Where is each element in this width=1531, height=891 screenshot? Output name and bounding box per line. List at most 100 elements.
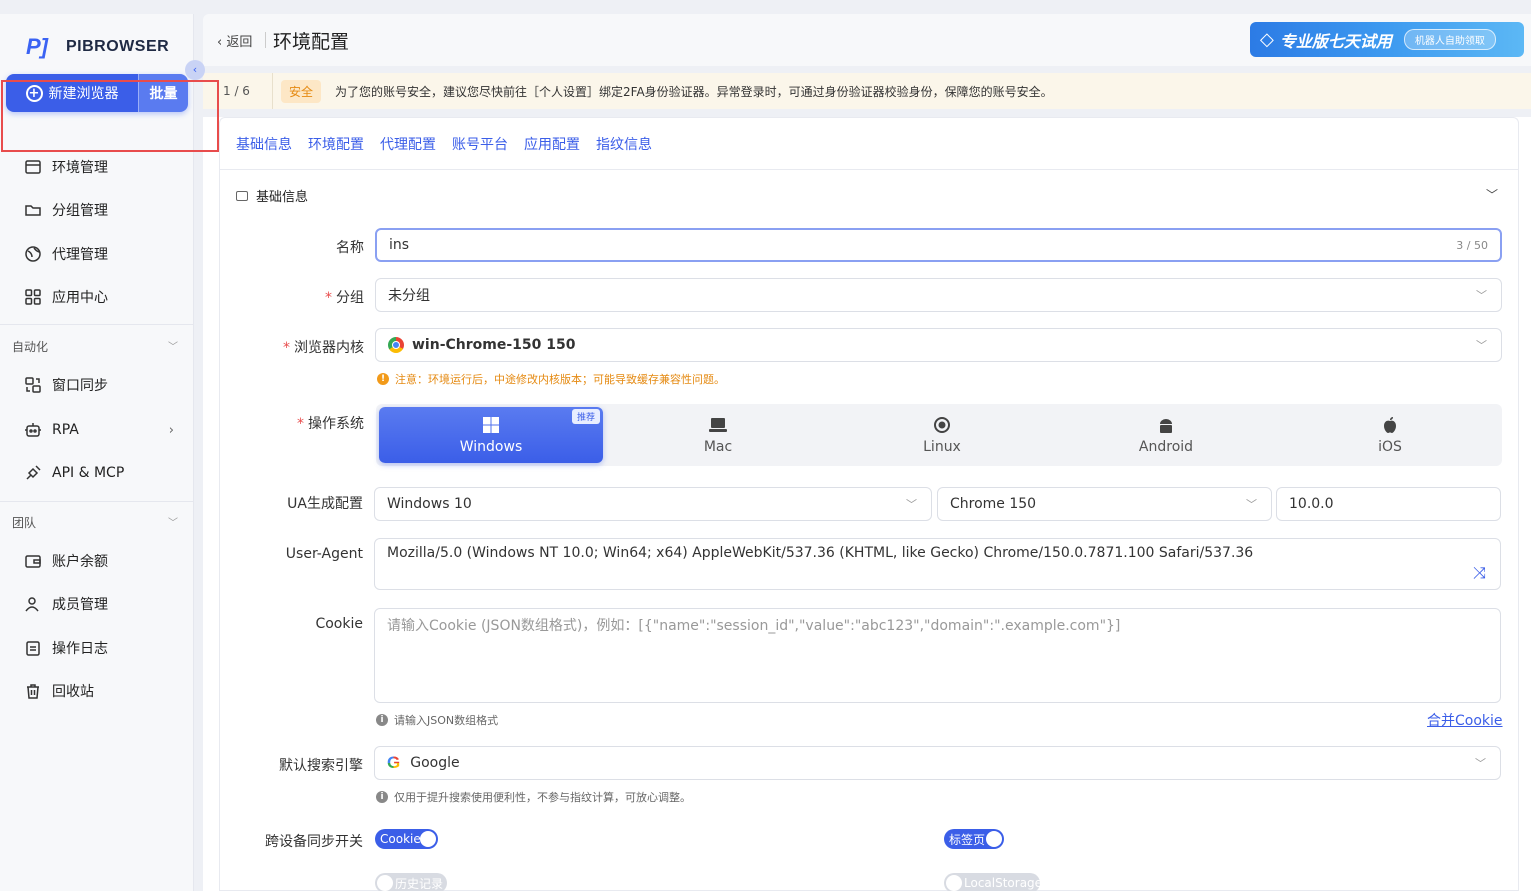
notice-message: 为了您的账号安全，建议您尽快前往［个人设置］绑定2FA身份验证器。异常登录时，可…	[335, 84, 1053, 99]
toggle-history-label: 历史记录	[395, 876, 444, 891]
trash-icon	[24, 682, 42, 700]
cookie-textarea[interactable]: 请输入Cookie (JSON数组格式)，例如：[{"name":"sessio…	[374, 608, 1501, 703]
section-header[interactable]: 基础信息	[236, 186, 308, 205]
section-title: 基础信息	[256, 190, 309, 205]
ua-os-select[interactable]: Windows 10 ﹀	[374, 487, 932, 521]
os-option-label: Android	[1138, 439, 1194, 455]
android-icon	[1156, 415, 1176, 435]
back-button[interactable]: ‹ 返回	[217, 31, 252, 50]
batch-button[interactable]: 批量	[138, 74, 188, 112]
kernel-warning-text: 注意：环境运行后，中途修改内核版本；可能导致缓存兼容性问题。	[395, 373, 725, 386]
notice-tag: 安全	[281, 79, 322, 103]
robot-icon	[24, 421, 42, 439]
ua-version-input[interactable]: 10.0.0	[1276, 487, 1501, 521]
group-select[interactable]: 未分组 ﹀	[375, 278, 1502, 312]
tab-app-config[interactable]: 应用配置	[524, 134, 580, 154]
chevron-down-icon: ﹀	[168, 342, 178, 353]
logo-mark: P]	[26, 34, 48, 59]
new-browser-button[interactable]: + 新建浏览器	[6, 74, 138, 112]
tab-bar: 基础信息 环境配置 代理配置 账号平台 应用配置 指纹信息	[219, 117, 1519, 169]
toggle-knob	[946, 875, 962, 891]
section-team[interactable]: 团队 ﹀	[12, 514, 178, 531]
grid-icon	[24, 288, 42, 306]
wallet-icon	[24, 552, 42, 570]
search-engine-value: Google	[410, 755, 460, 771]
os-option-windows[interactable]: 推荐 Windows	[379, 407, 603, 463]
chevron-down-icon[interactable]: ﹀	[1486, 186, 1498, 203]
tab-account-platform[interactable]: 账号平台	[452, 134, 508, 154]
search-engine-hint: i 仅用于提升搜索使用便利性，不参与指纹计算，可放心调整。	[376, 789, 691, 805]
sidebar-item-groups[interactable]: 分组管理	[24, 200, 184, 220]
sidebar-item-label: 分组管理	[52, 203, 108, 219]
basic-info-card: 基础信息 ﹀ 名称 ins 3 / 50 * 分组 未分组 ﹀ * 浏览器内核 wi…	[219, 169, 1519, 891]
sidebar-item-label: RPA	[52, 422, 79, 438]
ua-browser-select[interactable]: Chrome 150 ﹀	[937, 487, 1272, 521]
info-icon: i	[376, 791, 388, 803]
sidebar-item-balance[interactable]: 账户余额	[24, 551, 184, 571]
sidebar: P] PIBROWSER 环境管理 分组管理 代理管理 应用中心 自动化 ﹀ 窗…	[0, 14, 194, 891]
chevron-down-icon: ﹀	[1476, 339, 1487, 352]
kernel-select[interactable]: win-Chrome-150 150 ﹀	[375, 328, 1502, 362]
sidebar-item-env[interactable]: 环境管理	[24, 157, 184, 177]
os-option-ios[interactable]: iOS	[1278, 404, 1502, 466]
section-automation[interactable]: 自动化 ﹀	[12, 338, 178, 355]
os-option-linux[interactable]: Linux	[830, 404, 1054, 466]
sidebar-item-logs[interactable]: 操作日志	[24, 638, 184, 658]
new-browser-group: + 新建浏览器 批量	[6, 74, 188, 112]
chevron-down-icon: ﹀	[906, 498, 917, 511]
tab-proxy-config[interactable]: 代理配置	[380, 134, 436, 154]
name-input[interactable]: ins 3 / 50	[375, 228, 1502, 262]
toggle-localstorage[interactable]: LocalStorage	[944, 873, 1042, 891]
sidebar-item-apps[interactable]: 应用中心	[24, 287, 184, 307]
cookie-hint: i 请输入JSON数组格式	[376, 712, 498, 728]
main-panel: 基础信息 环境配置 代理配置 账号平台 应用配置 指纹信息 基础信息 ﹀ 名称 …	[203, 117, 1531, 891]
merge-cookie-link[interactable]: 合并Cookie	[1427, 710, 1503, 730]
search-engine-label: 默认搜索引擎	[279, 758, 363, 774]
os-option-android[interactable]: Android	[1054, 404, 1278, 466]
tab-fingerprint[interactable]: 指纹信息	[596, 134, 652, 154]
os-option-label: Mac	[703, 439, 733, 455]
search-engine-select[interactable]: G Google ﹀	[374, 746, 1501, 780]
sidebar-item-members[interactable]: 成员管理	[24, 594, 184, 614]
security-notice: 1 / 6 安全 为了您的账号安全，建议您尽快前往［个人设置］绑定2FA身份验证…	[203, 73, 1531, 109]
card-icon	[236, 190, 248, 201]
shuffle-icon[interactable]: ⤨	[1473, 563, 1486, 583]
ua-gen-label: UA生成配置	[287, 496, 363, 512]
pro-claim-pill[interactable]: 机器人自助领取	[1403, 29, 1496, 50]
kernel-label: * 浏览器内核	[283, 340, 364, 356]
kernel-value: win-Chrome-150 150	[412, 337, 576, 353]
toggle-cookie[interactable]: Cookie	[375, 829, 438, 849]
toggle-tabs[interactable]: 标签页	[944, 829, 1004, 849]
pro-trial-banner[interactable]: ◇ 专业版七天试用 机器人自助领取	[1250, 22, 1524, 57]
chevron-right-icon: ›	[168, 422, 174, 438]
os-option-label: Windows	[459, 439, 523, 455]
sidebar-item-label: 操作日志	[52, 641, 108, 657]
sidebar-item-trash[interactable]: 回收站	[24, 681, 184, 701]
tab-basic-info[interactable]: 基础信息	[236, 134, 292, 154]
logo[interactable]: P] PIBROWSER	[26, 34, 169, 60]
tab-env-config[interactable]: 环境配置	[308, 134, 364, 154]
logo-text: PIBROWSER	[66, 38, 170, 55]
os-option-label: Linux	[923, 439, 961, 455]
sidebar-item-window-sync[interactable]: 窗口同步	[24, 375, 184, 395]
chevron-down-icon: ﹀	[1246, 498, 1257, 511]
sidebar-item-label: 代理管理	[52, 247, 108, 263]
clipboard-icon	[24, 639, 42, 657]
toggle-history[interactable]: 历史记录	[375, 873, 447, 891]
toggle-cookie-label: Cookie	[380, 832, 421, 846]
ua-version-value: 10.0.0	[1289, 496, 1334, 512]
top-bar: ‹ 返回 环境配置 ◇ 专业版七天试用 机器人自助领取	[203, 14, 1531, 66]
laptop-icon	[708, 415, 728, 435]
sidebar-item-rpa[interactable]: RPA ›	[24, 421, 184, 439]
ua-textarea[interactable]: Mozilla/5.0 (Windows NT 10.0; Win64; x64…	[374, 538, 1501, 590]
section-label: 自动化	[12, 340, 49, 354]
plus-circle-icon: +	[25, 84, 43, 102]
sidebar-item-proxy[interactable]: 代理管理	[24, 244, 184, 264]
user-icon	[24, 595, 42, 613]
divider	[0, 324, 194, 325]
sidebar-item-api[interactable]: API & MCP	[24, 464, 184, 482]
sync-label: 跨设备同步开关	[265, 834, 363, 850]
os-option-mac[interactable]: Mac	[606, 404, 830, 466]
collapse-sidebar-button[interactable]: ‹	[185, 60, 205, 80]
toggle-tabs-label: 标签页	[949, 832, 986, 847]
